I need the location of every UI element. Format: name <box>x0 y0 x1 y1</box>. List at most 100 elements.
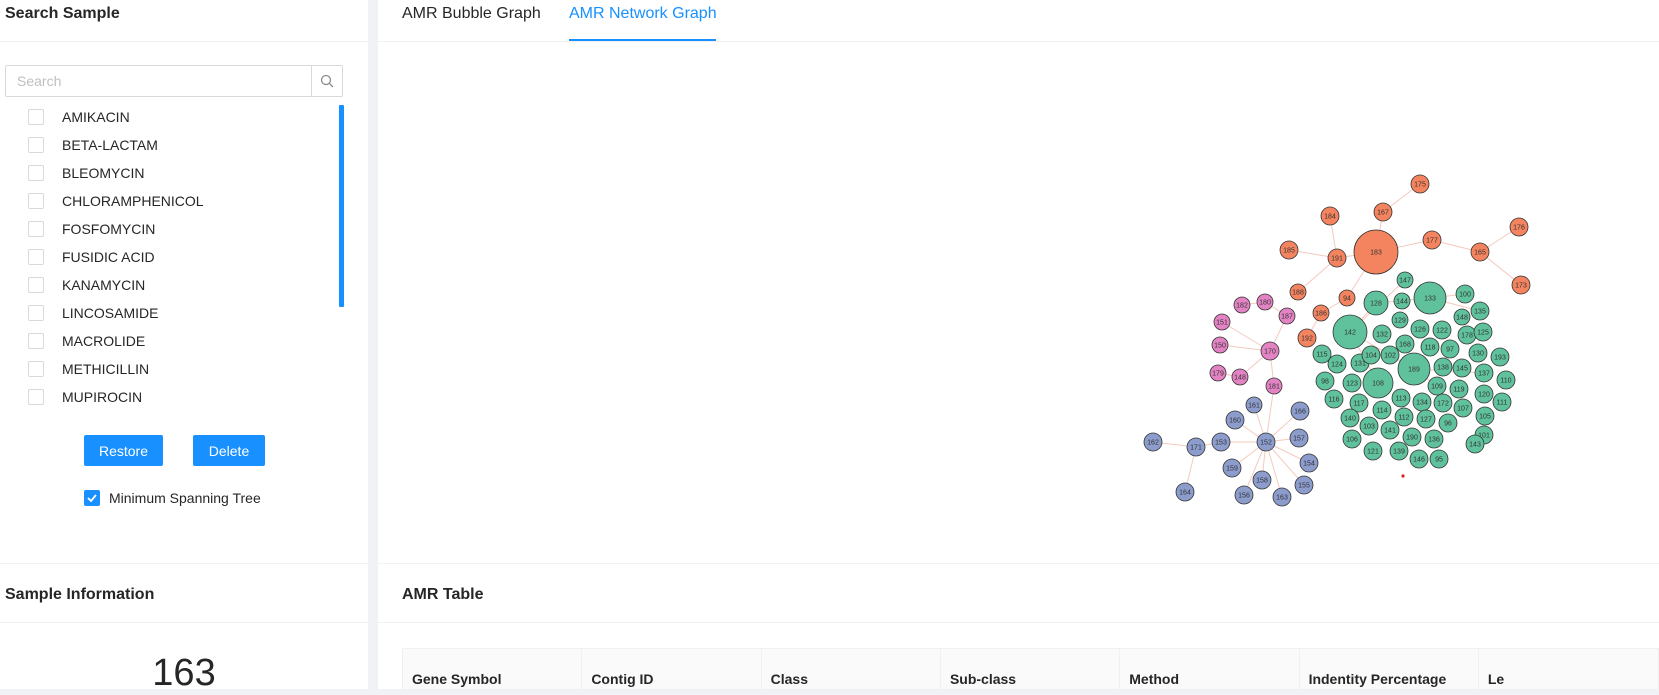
graph-node[interactable]: 192 <box>1297 328 1317 348</box>
graph-node[interactable]: 123 <box>1342 373 1362 393</box>
graph-node[interactable]: 184 <box>1320 206 1340 226</box>
column-header[interactable]: Indentity Percentage <box>1300 649 1479 689</box>
graph-node[interactable]: 181 <box>1265 377 1283 395</box>
list-item[interactable]: CHLORAMPHENICOL <box>28 187 328 215</box>
graph-node[interactable]: 115 <box>1312 344 1332 364</box>
graph-node[interactable]: 144 <box>1393 292 1411 310</box>
graph-node[interactable]: 106 <box>1342 429 1362 449</box>
graph-node[interactable]: 176 <box>1509 217 1529 237</box>
graph-node[interactable]: 112 <box>1394 407 1414 427</box>
graph-node[interactable]: 153 <box>1211 432 1231 452</box>
checkbox[interactable] <box>28 305 44 321</box>
restore-button[interactable]: Restore <box>84 435 163 466</box>
list-scrollbar[interactable] <box>339 105 344 307</box>
graph-node[interactable]: 156 <box>1234 485 1254 505</box>
graph-node[interactable]: 183 <box>1353 229 1399 275</box>
list-item[interactable]: KANAMYCIN <box>28 271 328 299</box>
graph-node[interactable]: 134 <box>1412 392 1432 412</box>
list-item[interactable]: MUPIROCIN <box>28 383 328 411</box>
tab-network-graph[interactable]: AMR Network Graph <box>569 5 717 23</box>
checkbox[interactable] <box>28 361 44 377</box>
graph-node[interactable]: 128 <box>1363 290 1389 316</box>
graph-node[interactable]: 179 <box>1209 364 1227 382</box>
column-header[interactable]: Sub-class <box>941 649 1121 689</box>
graph-node[interactable]: 165 <box>1470 242 1490 262</box>
graph-node[interactable]: 103 <box>1359 416 1379 436</box>
graph-node[interactable]: 94 <box>1338 289 1356 307</box>
checkbox[interactable] <box>28 109 44 125</box>
list-item[interactable]: BLEOMYCIN <box>28 159 328 187</box>
graph-node[interactable]: 100 <box>1455 284 1475 304</box>
graph-node[interactable]: 148 <box>1453 308 1471 326</box>
graph-node[interactable]: 163 <box>1272 487 1292 507</box>
graph-node[interactable]: 152 <box>1256 432 1276 452</box>
list-item[interactable]: LINCOSAMIDE <box>28 299 328 327</box>
graph-node[interactable]: 160 <box>1225 410 1245 430</box>
graph-node[interactable]: 172 <box>1433 393 1453 413</box>
graph-node[interactable]: 105 <box>1475 406 1495 426</box>
graph-node[interactable]: 138 <box>1433 357 1453 377</box>
tab-bubble-graph[interactable]: AMR Bubble Graph <box>402 5 541 23</box>
graph-node[interactable]: 116 <box>1324 389 1344 409</box>
graph-node[interactable]: 126 <box>1410 319 1430 339</box>
graph-node[interactable]: 130 <box>1468 343 1488 363</box>
graph-node[interactable]: 107 <box>1453 398 1473 418</box>
graph-node[interactable]: 136 <box>1424 429 1444 449</box>
search-input[interactable] <box>6 66 311 96</box>
graph-node[interactable]: 108 <box>1362 367 1394 399</box>
graph-node[interactable]: 173 <box>1511 275 1531 295</box>
mst-checkbox[interactable]: Minimum Spanning Tree <box>84 490 261 506</box>
graph-node[interactable]: 162 <box>1143 432 1163 452</box>
graph-node[interactable]: 104 <box>1361 345 1381 365</box>
list-item[interactable]: METHICILLIN <box>28 355 328 383</box>
graph-node[interactable]: 146 <box>1409 449 1429 469</box>
graph-node[interactable]: 154 <box>1299 453 1319 473</box>
graph-node[interactable]: 96 <box>1438 413 1458 433</box>
graph-node[interactable]: 171 <box>1186 437 1206 457</box>
graph-node[interactable]: 155 <box>1294 475 1314 495</box>
graph-node[interactable]: 135 <box>1470 301 1490 321</box>
checkbox[interactable] <box>28 165 44 181</box>
checkbox[interactable] <box>28 249 44 265</box>
checkbox[interactable] <box>28 193 44 209</box>
checkbox[interactable] <box>28 277 44 293</box>
list-item[interactable]: MACROLIDE <box>28 327 328 355</box>
graph-node[interactable]: 157 <box>1289 428 1309 448</box>
graph-node[interactable]: 97 <box>1440 339 1460 359</box>
graph-node[interactable]: 111 <box>1492 392 1512 412</box>
graph-node[interactable]: 166 <box>1290 401 1310 421</box>
graph-node[interactable]: 164 <box>1175 482 1195 502</box>
network-graph[interactable]: 175 184 167 176 185 191 183 177 165 173 188 94 186 19… <box>378 42 1659 562</box>
column-header[interactable]: Contig ID <box>582 649 762 689</box>
graph-node[interactable]: 150 <box>1211 336 1229 354</box>
graph-node[interactable]: 110 <box>1496 370 1516 390</box>
graph-node[interactable]: 186 <box>1312 304 1330 322</box>
graph-node[interactable]: 187 <box>1278 307 1296 325</box>
graph-node[interactable]: 182 <box>1233 296 1251 314</box>
graph-node[interactable]: 137 <box>1474 363 1494 383</box>
graph-node[interactable]: 151 <box>1213 313 1231 331</box>
graph-node[interactable]: 109 <box>1427 376 1447 396</box>
graph-node[interactable]: 170 <box>1260 341 1280 361</box>
delete-button[interactable]: Delete <box>193 435 265 466</box>
checkbox[interactable] <box>28 333 44 349</box>
graph-node[interactable]: 142 <box>1332 314 1368 350</box>
graph-node[interactable]: 122 <box>1432 320 1452 340</box>
graph-node[interactable]: 177 <box>1422 230 1442 250</box>
graph-node[interactable]: 140 <box>1340 408 1360 428</box>
column-header[interactable]: Method <box>1120 649 1300 689</box>
graph-node[interactable]: 180 <box>1256 293 1274 311</box>
graph-node[interactable]: 95 <box>1429 449 1449 469</box>
graph-node[interactable]: 178 <box>1457 325 1477 345</box>
graph-node[interactable]: 124 <box>1327 354 1347 374</box>
check-icon[interactable] <box>84 490 100 506</box>
graph-node[interactable]: 113 <box>1391 388 1411 408</box>
graph-node[interactable]: 139 <box>1389 441 1409 461</box>
graph-node[interactable]: 133 <box>1413 281 1447 315</box>
graph-node[interactable]: 141 <box>1380 420 1400 440</box>
list-item[interactable]: FUSIDIC ACID <box>28 243 328 271</box>
graph-node[interactable]: 132 <box>1372 324 1392 344</box>
graph-node[interactable]: 189 <box>1397 352 1431 386</box>
graph-node[interactable]: 125 <box>1473 322 1493 342</box>
graph-node[interactable]: 121 <box>1363 441 1383 461</box>
